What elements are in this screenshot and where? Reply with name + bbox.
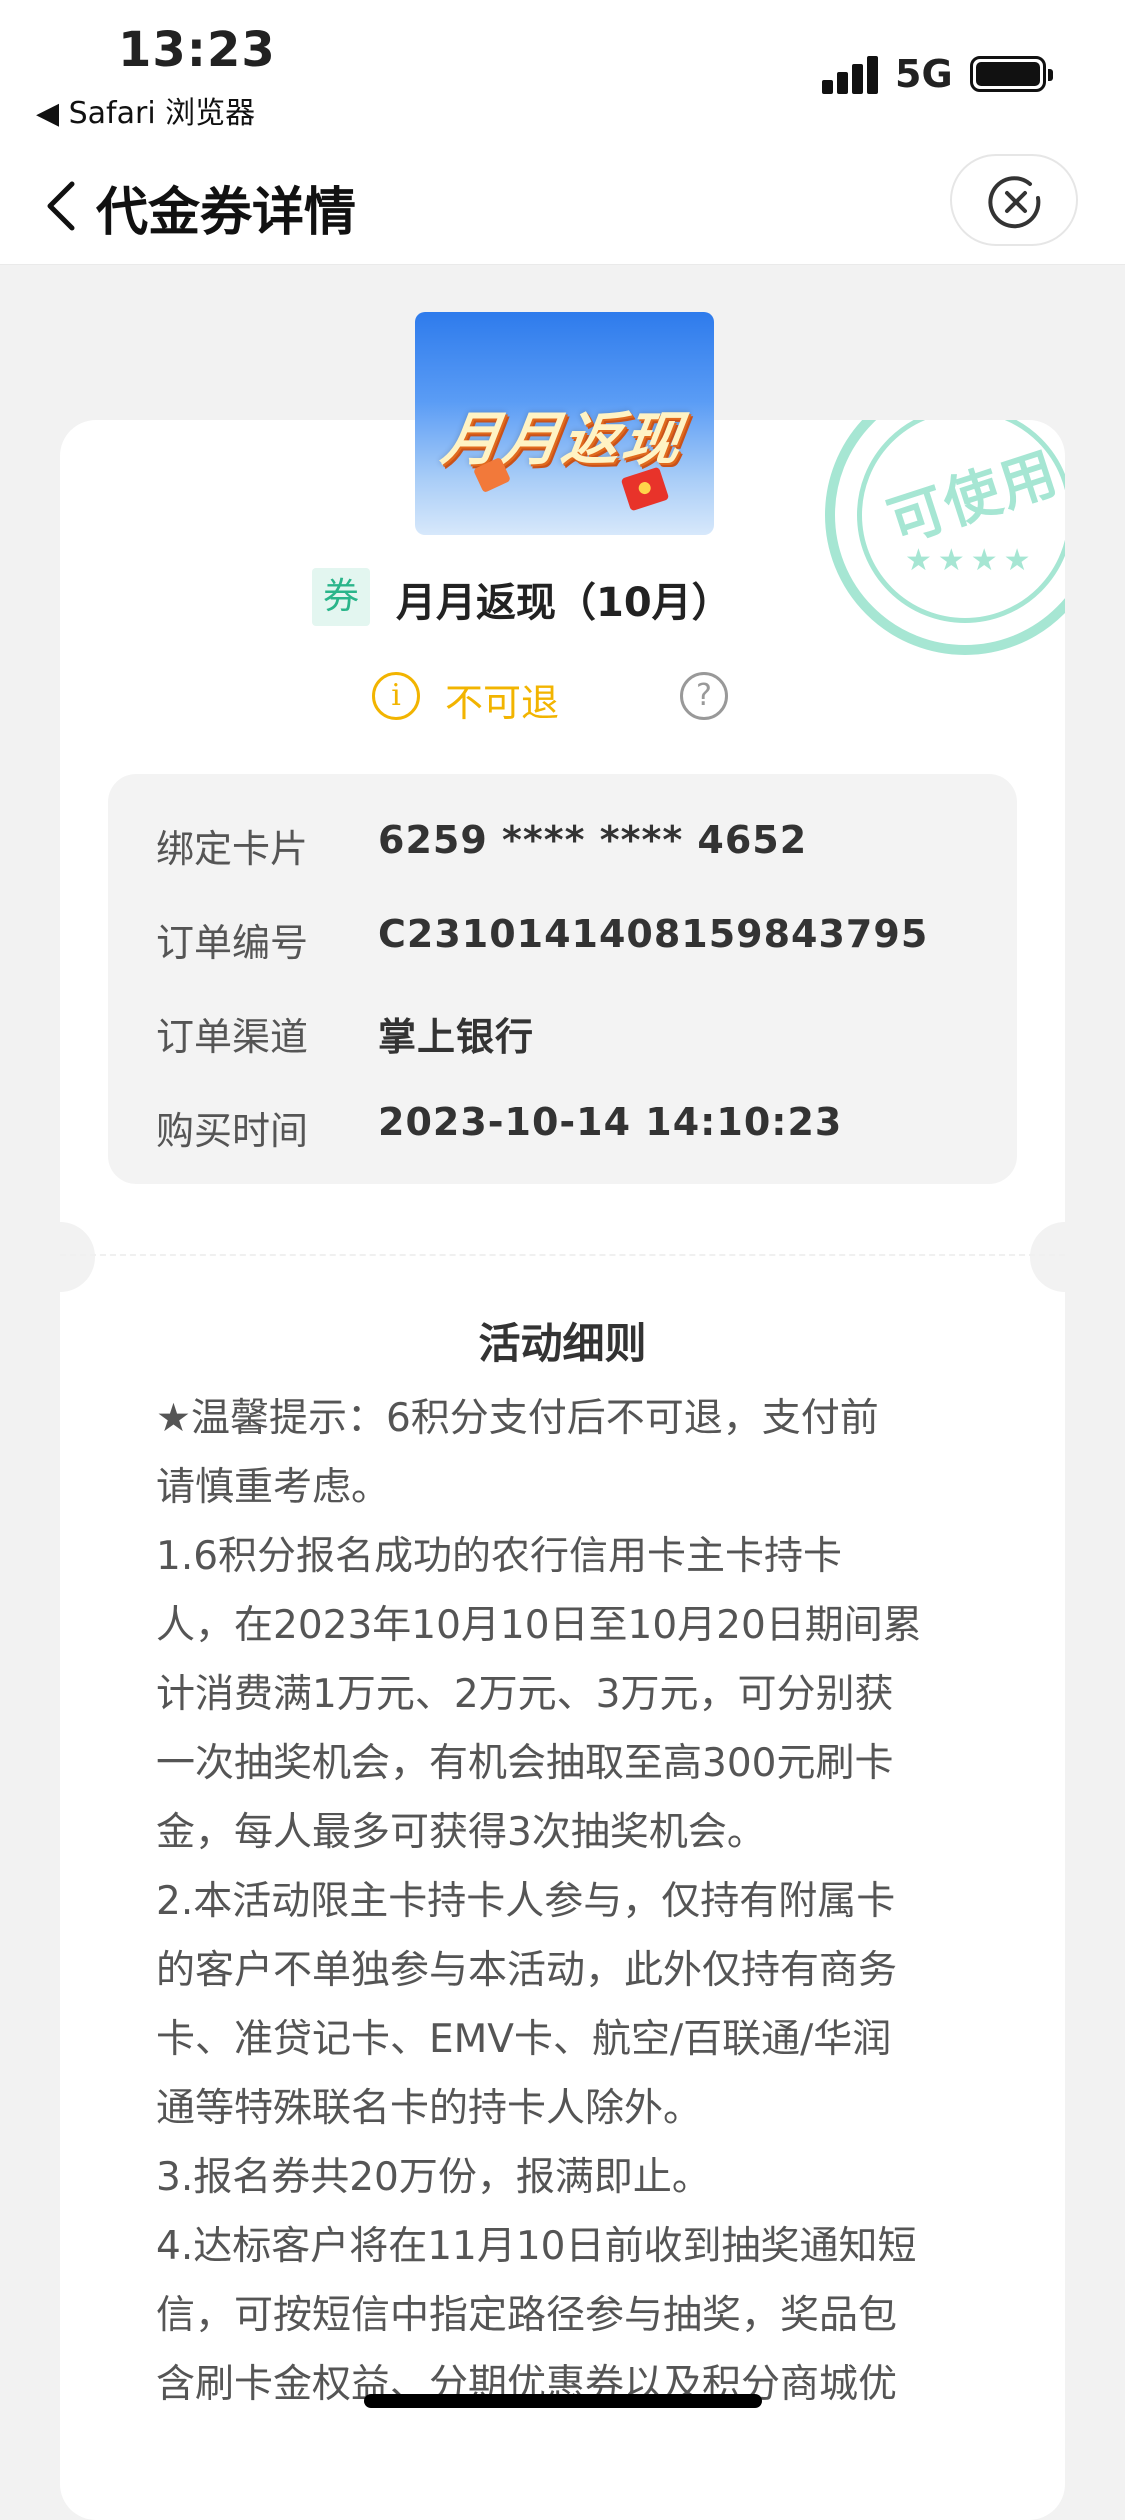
rules-line: 信，可按短信中指定路径参与抽奖，奖品包 xyxy=(156,2293,898,2338)
back-button[interactable] xyxy=(38,170,88,240)
home-indicator[interactable] xyxy=(364,2394,762,2408)
status-time: 13:23 xyxy=(118,22,276,78)
rules-line: 通等特殊联名卡的持卡人除外。 xyxy=(156,2086,703,2131)
refund-status-text: 不可退 xyxy=(445,681,560,725)
rules-line: 金，每人最多可获得3次抽奖机会。 xyxy=(156,1810,766,1855)
info-label: 订单渠道 xyxy=(156,1015,309,1059)
coupon-card: 可使用 ★★★★ 券 月月返现（10月） i 不可退 ? 绑定卡片 6259 *… xyxy=(60,420,1065,2520)
coupon-banner-image: 月月返现 xyxy=(415,312,714,535)
nav-bar: 代金券详情 xyxy=(0,150,1125,265)
info-value: 6259 **** **** 4652 xyxy=(378,818,808,862)
close-button[interactable] xyxy=(950,154,1078,246)
dashed-divider xyxy=(60,1254,1065,1256)
info-value: C2310141408159843795 xyxy=(378,912,929,956)
order-info-box: 绑定卡片 6259 **** **** 4652 订单编号 C231014140… xyxy=(108,774,1017,1184)
info-row-purchase-time: 购买时间 2023-10-14 14:10:23 xyxy=(156,1092,976,1153)
rules-line: 1.6积分报名成功的农行信用卡主卡持卡 xyxy=(156,1534,843,1579)
network-type: 5G xyxy=(895,52,953,96)
signal-icon xyxy=(822,56,882,94)
status-bar: 13:23 ◀ Safari 浏览器 5G xyxy=(0,0,1125,150)
info-row-channel: 订单渠道 掌上银行 xyxy=(156,998,976,1059)
rules-line: 含刷卡金权益、分期优惠券以及积分商城优 xyxy=(156,2362,898,2407)
ticket-notch-left xyxy=(60,1222,95,1292)
back-to-safari-link[interactable]: ◀ Safari 浏览器 xyxy=(36,88,255,132)
rules-line: 的客户不单独参与本活动，此外仅持有商务 xyxy=(156,1948,898,1993)
usable-stamp: 可使用 ★★★★ xyxy=(825,420,1065,655)
info-row-order-number: 订单编号 C2310141408159843795 xyxy=(156,904,976,965)
rules-line: 人，在2023年10月10日至10月20日期间累 xyxy=(156,1603,922,1648)
chevron-left-icon xyxy=(47,181,75,231)
rules-line: 3.报名券共20万份，报满即止。 xyxy=(156,2155,711,2200)
coupon-name: 月月返现（10月） xyxy=(396,580,732,626)
rules-line: 4.达标客户将在11月10日前收到抽奖通知短 xyxy=(156,2224,917,2269)
info-row-card: 绑定卡片 6259 **** **** 4652 xyxy=(156,810,976,871)
info-value: 掌上银行 xyxy=(378,1015,535,1059)
info-icon: i xyxy=(372,672,420,720)
info-label: 订单编号 xyxy=(156,921,309,965)
info-label: 绑定卡片 xyxy=(156,827,309,871)
info-label: 购买时间 xyxy=(156,1109,309,1153)
ticket-notch-right xyxy=(1030,1222,1065,1292)
stamp-stars: ★★★★ xyxy=(905,543,1037,578)
rules-title: 活动细则 xyxy=(478,1319,647,1368)
page-title: 代金券详情 xyxy=(96,183,357,243)
rules-line: 请慎重考虑。 xyxy=(156,1465,391,1510)
rules-line: ★温馨提示：6积分支付后不可退，支付前 xyxy=(156,1396,879,1441)
banner-text: 月月返现 xyxy=(437,405,688,473)
close-circle-icon xyxy=(988,176,1041,229)
rules-line: 卡、准贷记卡、EMV卡、航空/百联通/华润 xyxy=(156,2017,892,2062)
rules-line: 2.本活动限主卡持卡人参与，仅持有附属卡 xyxy=(156,1879,896,1924)
battery-icon xyxy=(970,56,1053,92)
coupon-tag-badge: 券 xyxy=(312,568,370,626)
rules-line: 计消费满1万元、2万元、3万元，可分别获 xyxy=(156,1672,894,1717)
info-value: 2023-10-14 14:10:23 xyxy=(378,1100,843,1144)
help-icon[interactable]: ? xyxy=(680,672,728,720)
rules-body: ★温馨提示：6积分支付后不可退，支付前 请慎重考虑。 1.6积分报名成功的农行信… xyxy=(156,1384,986,2419)
rules-line: 一次抽奖机会，有机会抽取至高300元刷卡 xyxy=(156,1741,894,1786)
